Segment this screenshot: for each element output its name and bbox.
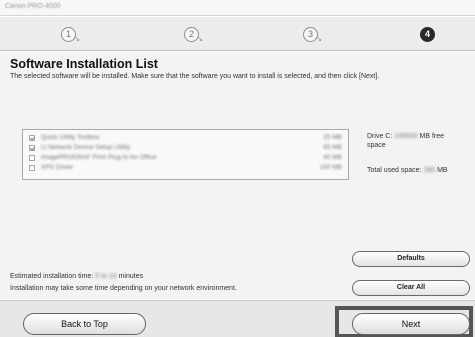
software-checkbox[interactable] [29,135,35,141]
main-content: Software Installation List The selected … [0,52,475,299]
drive-free-space: Drive C: 100000 MB free space [367,132,471,150]
step-progress-bar: 1 ↘ 2 ↘ 3 ↘ 4 [0,17,475,51]
estimated-time: Estimated installation time: 5 to 10 min… [10,273,143,280]
drive-label: Drive C: [367,133,393,140]
software-name: imagePROGRAF Print Plug-In for Office [41,154,157,161]
software-list-item[interactable]: LI Network Device Setup Utility 65 MB [23,143,348,153]
step-3-number: 3 [307,29,313,39]
next-button[interactable]: Next [352,313,470,335]
software-list-item[interactable]: XPS Driver 150 MB [23,163,348,173]
software-size: 150 MB [319,164,342,171]
step-2-number: 2 [188,29,194,39]
estimated-time-unit: minutes [118,273,144,280]
back-to-top-button[interactable]: Back to Top [23,313,146,335]
drive-free-unit: MB free [419,133,445,140]
total-used-space: Total used space: 280 MB [367,167,448,174]
used-label: Total used space: [367,167,422,174]
step-arrow-icon: ↘ [316,36,322,43]
drive-free-value: 100000 [394,133,418,140]
step-2: 2 ↘ [184,27,203,43]
defaults-button[interactable]: Defaults [352,251,470,267]
clear-all-button[interactable]: Clear All [352,280,470,296]
step-3: 3 ↘ [303,27,322,43]
step-1: 1 ↘ [61,27,80,43]
step-arrow-icon: ↘ [197,36,203,43]
software-size: 40 MB [323,154,342,161]
step-4-current: 4 [420,27,435,42]
step-1-number: 1 [65,29,71,39]
software-name: Quick Utility Toolbox [41,134,100,141]
footer-bar: Back to Top Next [0,300,475,337]
software-checkbox[interactable] [29,145,35,151]
estimated-time-label: Estimated installation time: [10,273,94,280]
software-name: XPS Driver [41,164,74,171]
estimated-time-value: 5 to 10 [95,273,117,280]
software-name: LI Network Device Setup Utility [41,144,131,151]
page-title: Software Installation List [10,57,158,71]
page-description: The selected software will be installed.… [10,73,380,80]
install-note: Installation may take some time dependin… [10,285,237,292]
window-title: Canon PRO-4000 [5,3,61,10]
used-unit: MB [437,167,448,174]
used-value: 280 [423,167,436,174]
software-checkbox[interactable] [29,165,35,171]
software-size: 25 MB [323,134,342,141]
title-bar: Canon PRO-4000 [0,0,475,16]
software-list-item[interactable]: Quick Utility Toolbox 25 MB [23,133,348,143]
software-checkbox[interactable] [29,155,35,161]
step-arrow-icon: ↘ [74,36,80,43]
software-size: 65 MB [323,144,342,151]
drive-free-space-word: space [367,142,386,149]
software-list-item[interactable]: imagePROGRAF Print Plug-In for Office 40… [23,153,348,163]
software-list: Quick Utility Toolbox 25 MB LI Network D… [22,129,349,180]
step-4-number: 4 [424,29,430,39]
